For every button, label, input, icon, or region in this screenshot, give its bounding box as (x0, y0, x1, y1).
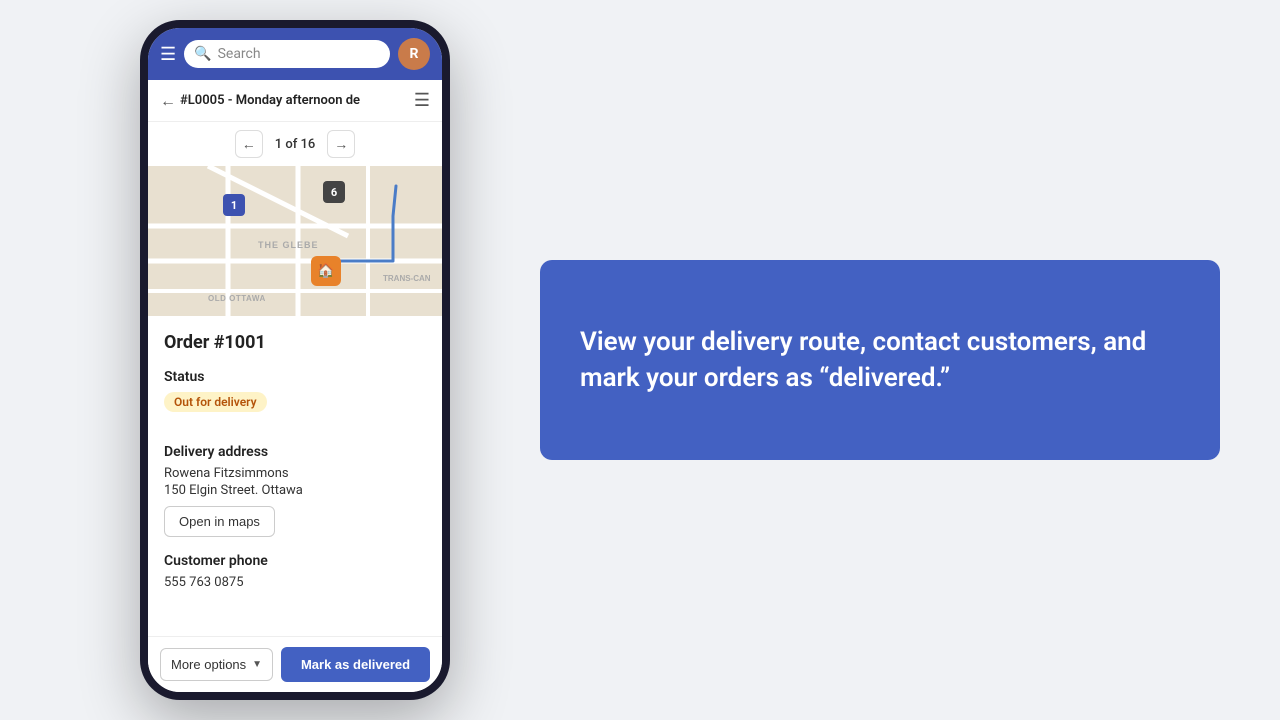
svg-text:OLD OTTAWA: OLD OTTAWA (208, 294, 266, 303)
map-store-pin: 🏠 (311, 256, 341, 286)
search-bar[interactable]: 🔍 Search (184, 40, 390, 68)
open-maps-button[interactable]: Open in maps (164, 506, 275, 537)
search-icon: 🔍 (194, 46, 211, 62)
back-button[interactable]: ← #L0005 - Monday afternoon de (160, 91, 360, 111)
map-pin-6: 6 (323, 181, 345, 203)
delivery-address-label: Delivery address (164, 444, 426, 460)
more-options-label: More options (171, 657, 246, 672)
customer-phone-label: Customer phone (164, 553, 426, 569)
menu-icon[interactable]: ☰ (160, 44, 176, 65)
status-section: Status Out for delivery (164, 369, 426, 428)
customer-address: 150 Elgin Street. Ottawa (164, 483, 426, 498)
map-pin-1: 1 (223, 194, 245, 216)
list-view-icon[interactable]: ☰ (414, 90, 430, 111)
svg-text:THE GLEBE: THE GLEBE (258, 240, 319, 250)
search-placeholder: Search (218, 46, 261, 62)
next-page-button[interactable]: → (327, 130, 355, 158)
avatar[interactable]: R (398, 38, 430, 70)
info-card-text: View your delivery route, contact custom… (580, 324, 1180, 397)
customer-phone-section: Customer phone 555 763 0875 (164, 553, 426, 590)
svg-text:TRANS-CAN: TRANS-CAN (383, 274, 431, 283)
route-title: #L0005 - Monday afternoon de (180, 93, 360, 108)
status-badge: Out for delivery (164, 392, 267, 412)
phone-screen: ☰ 🔍 Search R ← #L0005 - Monday afternoon… (140, 20, 450, 700)
prev-page-button[interactable]: ← (235, 130, 263, 158)
app-header: ☰ 🔍 Search R (148, 28, 442, 80)
more-options-button[interactable]: More options ▼ (160, 648, 273, 681)
customer-phone-number: 555 763 0875 (164, 575, 426, 590)
pagination-bar: ← 1 of 16 → (148, 122, 442, 166)
back-arrow-icon: ← (160, 91, 176, 111)
delivery-address-section: Delivery address Rowena Fitzsimmons 150 … (164, 444, 426, 537)
info-card: View your delivery route, contact custom… (540, 260, 1220, 460)
map-area: THE GLEBE TRANS-CAN OLD OTTAWA 1 6 🏠 (148, 166, 442, 316)
bottom-action-bar: More options ▼ Mark as delivered (148, 636, 442, 692)
mark-delivered-button[interactable]: Mark as delivered (281, 647, 430, 682)
customer-name: Rowena Fitzsimmons (164, 466, 426, 481)
sub-header: ← #L0005 - Monday afternoon de ☰ (148, 80, 442, 122)
order-title: Order #1001 (164, 332, 426, 353)
status-label: Status (164, 369, 426, 385)
chevron-down-icon: ▼ (252, 659, 262, 670)
phone-mockup: ☰ 🔍 Search R ← #L0005 - Monday afternoon… (140, 20, 450, 700)
order-content: Order #1001 Status Out for delivery Deli… (148, 316, 442, 636)
page-indicator: 1 of 16 (275, 137, 316, 152)
